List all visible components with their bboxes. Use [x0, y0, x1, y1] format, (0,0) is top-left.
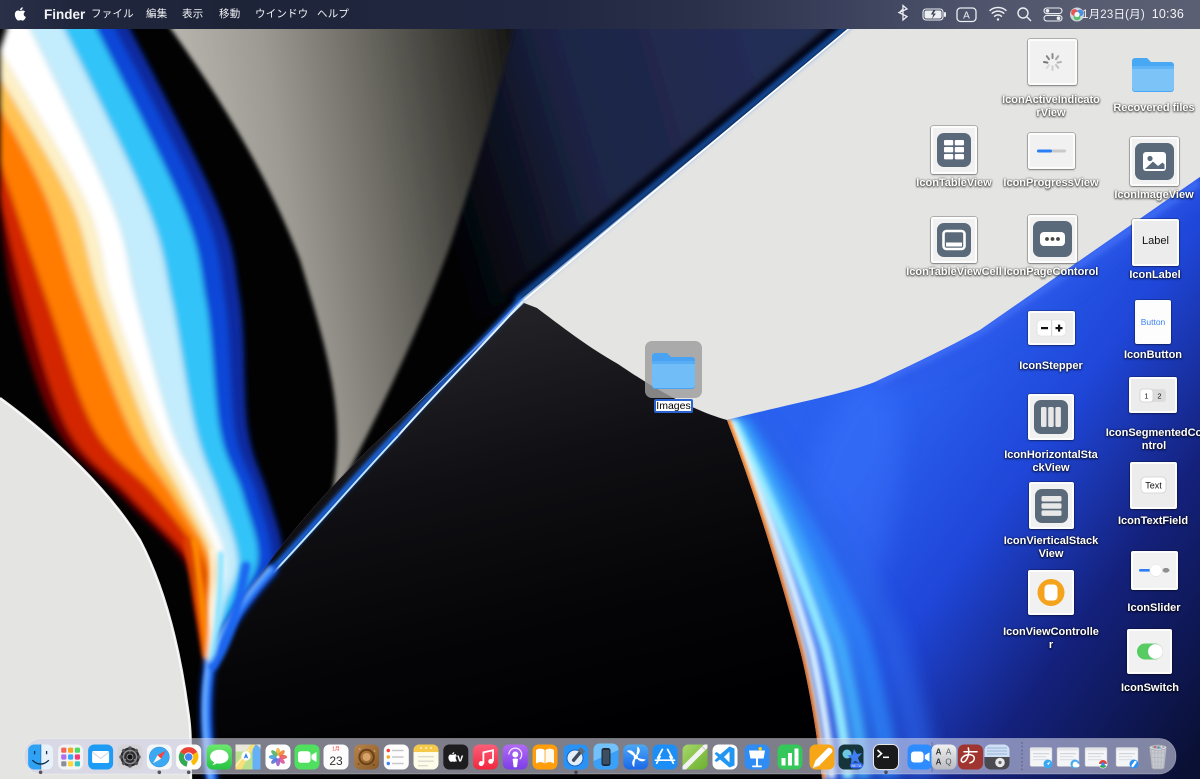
svg-text:A: A: [963, 11, 970, 22]
svg-text:1: 1: [1144, 392, 1148, 401]
svg-text:tv: tv: [453, 753, 464, 765]
svg-text:A: A: [946, 748, 952, 757]
svg-text:Q: Q: [945, 758, 951, 767]
svg-text:A: A: [936, 758, 942, 767]
svg-text:23: 23: [329, 754, 343, 768]
svg-text:Text: Text: [1145, 481, 1162, 491]
svg-text:1月: 1月: [332, 747, 340, 753]
svg-text:2: 2: [1157, 392, 1161, 401]
svg-text:A: A: [936, 748, 942, 757]
svg-text:BETA: BETA: [851, 763, 861, 768]
